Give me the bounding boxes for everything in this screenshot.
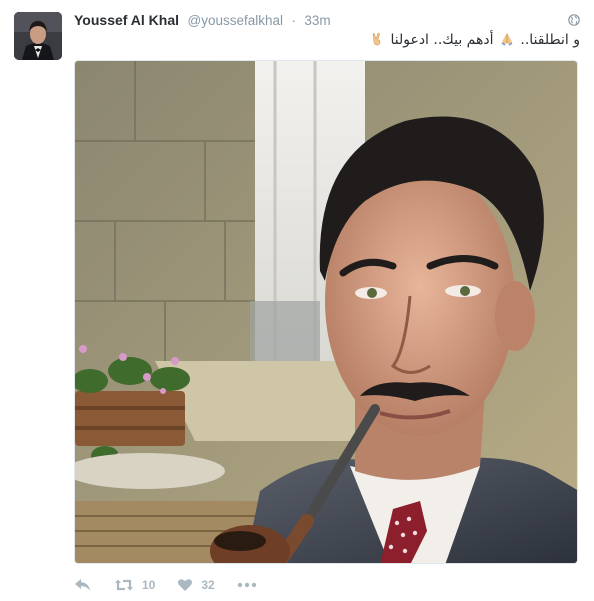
retweet-count: 10 <box>142 578 156 592</box>
like-button[interactable]: 32 <box>177 578 215 592</box>
tweet-text: و انطلقنا.. أدهم بيك.. ادعولنا <box>80 32 580 48</box>
victory-hand-emoji-icon <box>370 32 384 46</box>
reply-icon <box>75 579 90 591</box>
timestamp[interactable]: 33m <box>304 13 330 28</box>
pray-hands-emoji-icon <box>500 32 514 46</box>
avatar[interactable] <box>14 12 62 60</box>
heart-icon <box>178 579 193 591</box>
tweet-text-part2: أدهم بيك.. ادعولنا <box>390 32 494 48</box>
author-name[interactable]: Youssef Al Khal <box>74 12 179 28</box>
tweet-photo[interactable] <box>74 60 578 564</box>
tweet-header: Youssef Al Khal @youssefalkhal · 33m <box>74 12 554 32</box>
tweet: Youssef Al Khal @youssefalkhal · 33m و ا… <box>0 0 594 601</box>
separator: · <box>291 13 296 28</box>
author-handle[interactable]: @youssefalkhal <box>187 13 283 28</box>
photo-illustration <box>75 61 577 563</box>
reply-button[interactable] <box>74 578 92 592</box>
retweet-icon <box>115 579 133 591</box>
globe-icon <box>568 14 580 26</box>
like-count: 32 <box>201 578 215 592</box>
more-button[interactable] <box>237 582 257 588</box>
retweet-button[interactable]: 10 <box>114 578 155 592</box>
tweet-actions: 10 32 <box>74 574 279 596</box>
more-dots-icon <box>237 582 256 588</box>
tweet-text-part1: و انطلقنا.. <box>520 32 580 48</box>
